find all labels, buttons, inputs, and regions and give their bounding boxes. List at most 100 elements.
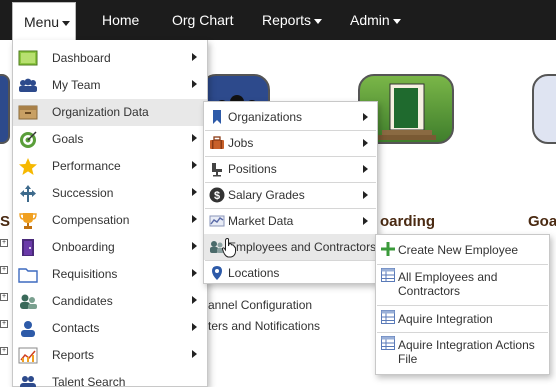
hand-cursor-icon — [222, 238, 236, 258]
submenu-item-salary-grades[interactable]: $ Salary Grades — [204, 182, 377, 208]
link-channel-configuration[interactable]: annel Configuration — [208, 298, 312, 312]
star-icon — [19, 158, 37, 175]
expand-icon[interactable]: + — [0, 239, 8, 247]
nav-org-chart[interactable]: Org Chart — [172, 0, 233, 40]
menu-item-compensation[interactable]: Compensation — [13, 207, 207, 234]
menu-item-label: Organization Data — [52, 105, 149, 119]
grid-icon — [381, 336, 395, 350]
menu-item-performance[interactable]: Performance — [13, 153, 207, 180]
menu-item-label: Reports — [52, 348, 95, 362]
tile-partial-left[interactable] — [0, 74, 10, 144]
menu-item-label: Performance — [52, 159, 121, 173]
submenu-item-label: Employees and Contractors — [228, 240, 377, 254]
expand-icon[interactable]: + — [0, 347, 8, 355]
menu-item-requisitions[interactable]: Requisitions — [13, 261, 207, 288]
target-icon — [20, 131, 37, 148]
chevron-right-icon — [192, 215, 197, 223]
submenu-item-label: All Employees and Contractors — [398, 270, 498, 298]
nav-admin[interactable]: Admin — [350, 0, 401, 40]
menu-item-dashboard[interactable]: Dashboard — [13, 45, 207, 72]
expand-icon[interactable]: + — [0, 320, 8, 328]
expand-icon[interactable]: + — [0, 266, 8, 274]
chevron-right-icon — [363, 165, 368, 173]
submenu-item-jobs[interactable]: Jobs — [204, 130, 377, 156]
menu-item-succession[interactable]: Succession — [13, 180, 207, 207]
menu-item-label: Talent Search — [52, 375, 126, 387]
map-pin-icon — [212, 266, 222, 280]
menu-item-label: My Team — [52, 78, 101, 92]
menu-item-label: Candidates — [52, 294, 113, 308]
submenu-item-label: Create New Employee — [398, 243, 519, 257]
menu-item-label: Contacts — [52, 321, 100, 335]
nav-reports[interactable]: Reports — [262, 0, 323, 40]
menu-item-onboarding[interactable]: Onboarding — [13, 234, 207, 261]
menu-item-talent-search[interactable]: Talent Search — [13, 369, 207, 387]
grid-icon — [381, 268, 395, 282]
link-notifications[interactable]: ters and Notifications — [208, 319, 320, 333]
chevron-right-icon — [363, 191, 368, 199]
nav-admin-label: Admin — [350, 12, 390, 28]
submenu-item-organizations[interactable]: Organizations — [204, 104, 377, 130]
submenu-item-all-employees[interactable]: All Employees and Contractors — [376, 264, 549, 304]
dollar-icon: $ — [209, 187, 225, 203]
menu-item-contacts[interactable]: Contacts — [13, 315, 207, 342]
menu-item-label: Compensation — [52, 213, 130, 227]
grid-icon — [381, 310, 395, 324]
menu-item-organization-data[interactable]: Organization Data — [13, 99, 207, 126]
submenu-item-label: Locations — [228, 266, 280, 280]
chevron-right-icon — [192, 161, 197, 169]
submenu-item-label: Positions — [228, 162, 277, 176]
tile-goals[interactable] — [532, 74, 556, 144]
team-icon — [19, 78, 37, 92]
door-icon — [22, 239, 34, 256]
expand-icon[interactable]: + — [0, 293, 8, 301]
folder-icon — [18, 268, 38, 283]
chevron-right-icon — [363, 113, 368, 121]
submenu-item-aquire-integration[interactable]: Aquire Integration — [376, 305, 549, 331]
chevron-right-icon — [192, 80, 197, 88]
briefcase-icon — [210, 136, 224, 149]
menu-item-my-team[interactable]: My Team — [13, 72, 207, 99]
dashboard-icon — [18, 50, 38, 66]
submenu-item-create-new-employee[interactable]: Create New Employee — [376, 235, 549, 265]
submenu-item-label: Organizations — [228, 110, 303, 124]
chart-icon — [209, 215, 225, 227]
search-people-icon — [20, 376, 36, 387]
chevron-right-icon — [363, 139, 368, 147]
chevron-right-icon — [192, 188, 197, 196]
menu-item-label: Requisitions — [52, 267, 118, 281]
folder-box-icon — [18, 105, 38, 120]
menu-item-label: Goals — [52, 132, 84, 146]
submenu-item-positions[interactable]: Positions — [204, 156, 377, 182]
submenu-item-market-data[interactable]: Market Data — [204, 208, 377, 234]
menu-label: Menu — [24, 14, 60, 30]
menu-item-goals[interactable]: Goals — [13, 126, 207, 153]
submenu-item-label: Salary Grades — [228, 188, 305, 202]
caret-down-icon — [314, 18, 323, 24]
top-navbar: Menu Home Org Chart Reports Admin — [0, 0, 556, 40]
chevron-right-icon — [192, 296, 197, 304]
chair-icon — [212, 163, 222, 177]
chevron-right-icon — [192, 269, 197, 277]
submenu-item-locations[interactable]: Locations — [204, 260, 377, 286]
menu-item-candidates[interactable]: Candidates — [13, 288, 207, 315]
nav-reports-label: Reports — [262, 12, 312, 28]
submenu-item-aquire-integration-actions-file[interactable]: Aquire Integration Actions File — [376, 332, 549, 374]
submenu-item-label: Aquire Integration Actions File — [398, 338, 535, 366]
chevron-right-icon — [192, 242, 197, 250]
caret-down-icon — [62, 20, 71, 26]
main-menu: Dashboard My Team Organization Data Goal… — [12, 40, 208, 387]
nav-home[interactable]: Home — [102, 0, 139, 40]
menu-item-label: Onboarding — [52, 240, 115, 254]
tile-heading-left: S — [0, 213, 11, 230]
submenu-item-label: Market Data — [228, 214, 294, 228]
submenu-item-label: Jobs — [228, 136, 254, 150]
menu-item-label: Dashboard — [52, 51, 111, 65]
caret-down-icon — [392, 18, 401, 24]
menu-button[interactable]: Menu — [12, 2, 76, 40]
bookmark-icon — [213, 110, 221, 124]
plus-icon — [381, 242, 395, 256]
chevron-right-icon — [192, 134, 197, 142]
menu-item-reports[interactable]: Reports — [13, 342, 207, 369]
employees-submenu: Create New Employee All Employees and Co… — [375, 234, 550, 375]
